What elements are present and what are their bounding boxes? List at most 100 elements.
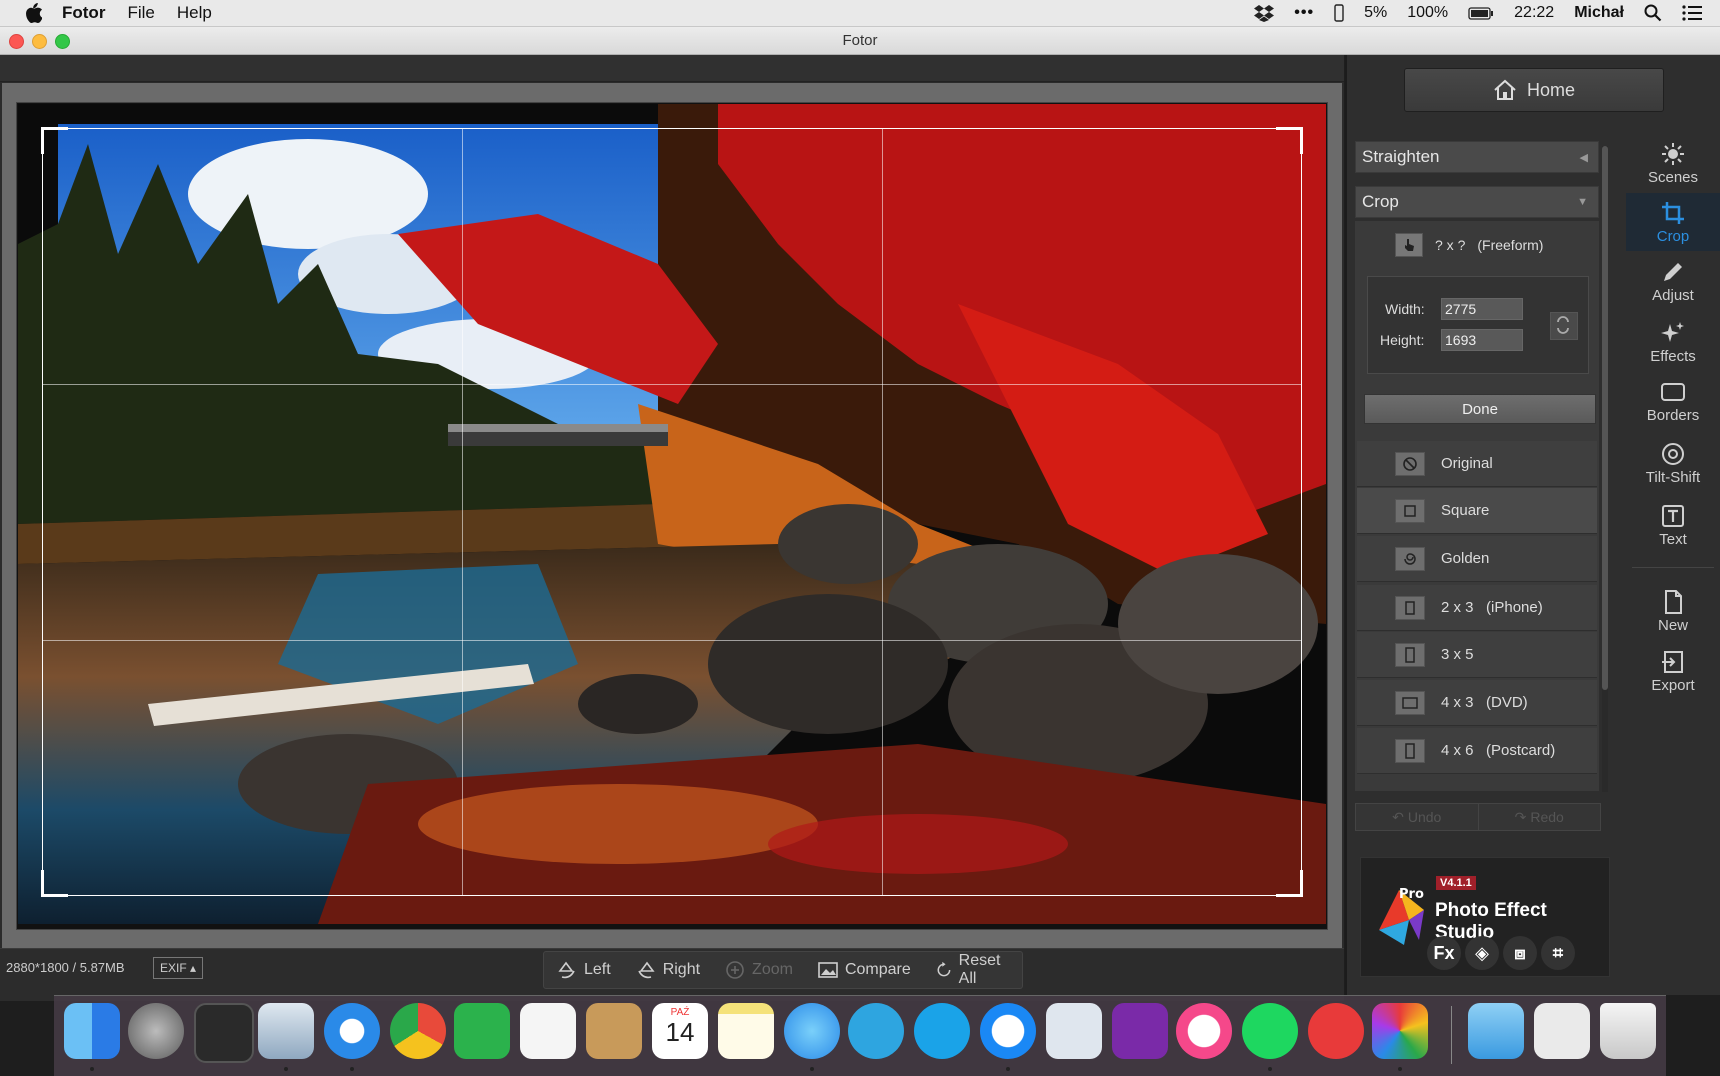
- zoom-button[interactable]: Zoom: [712, 952, 805, 988]
- ratio-2x3[interactable]: 2 x 3 (iPhone): [1357, 585, 1597, 631]
- dropbox-icon[interactable]: [1254, 4, 1275, 22]
- finder-icon[interactable]: [64, 1003, 120, 1059]
- sun-icon: [1662, 142, 1684, 165]
- messenger-icon[interactable]: [980, 1003, 1036, 1059]
- rotate-right-button[interactable]: Right: [623, 952, 712, 988]
- apple-icon[interactable]: [24, 3, 42, 23]
- photos-stack-icon[interactable]: [1534, 1003, 1590, 1059]
- window-title-bar: Fotor: [0, 27, 1720, 55]
- battery-percent: 5%: [1364, 4, 1388, 21]
- notes-icon[interactable]: [718, 1003, 774, 1059]
- crop-selection[interactable]: [41, 127, 1303, 897]
- spotlight-search-icon[interactable]: [1644, 4, 1662, 22]
- tool-scenes[interactable]: Scenes: [1626, 134, 1720, 192]
- compare-label: Compare: [844, 961, 911, 978]
- lock-ratio-icon[interactable]: [1550, 312, 1578, 340]
- menu-app-name[interactable]: Fotor: [62, 3, 105, 23]
- chrome-icon[interactable]: [390, 1003, 446, 1059]
- spotify-icon[interactable]: [1242, 1003, 1298, 1059]
- calendar-day: 14: [665, 1017, 695, 1047]
- ratio-4x3[interactable]: 4 x 3 (DVD): [1357, 680, 1597, 726]
- mail-icon[interactable]: [258, 1003, 314, 1059]
- user-name[interactable]: Michał: [1574, 4, 1624, 22]
- launchpad-icon[interactable]: [128, 1003, 184, 1059]
- tool-rail-divider: [1632, 567, 1714, 568]
- tool-label: Crop: [1656, 227, 1690, 245]
- crop-grid-line: [43, 384, 1301, 385]
- home-button[interactable]: Home: [1404, 68, 1664, 112]
- tool-adjust[interactable]: Adjust: [1626, 252, 1720, 310]
- crop-handle-bottom-right[interactable]: [1276, 870, 1303, 897]
- crop-scrollbar-thumb[interactable]: [1602, 146, 1608, 690]
- ratio-4x6[interactable]: 4 x 6 (Postcard): [1357, 728, 1597, 774]
- done-button[interactable]: Done: [1364, 394, 1596, 424]
- clock[interactable]: 22:22: [1514, 4, 1554, 22]
- redo-button[interactable]: ↷ Redo: [1477, 804, 1601, 830]
- tool-label: Text: [1659, 530, 1687, 548]
- running-indicator: [1006, 1067, 1010, 1071]
- no-ratio-icon: [1395, 451, 1425, 476]
- height-input[interactable]: 1693: [1441, 329, 1523, 351]
- notification-center-icon[interactable]: [1682, 5, 1702, 21]
- expand-down-icon: ▼: [1577, 196, 1588, 208]
- zoom-label: Zoom: [752, 961, 793, 978]
- ratio-square[interactable]: Square: [1357, 488, 1597, 534]
- tool-tilt-shift[interactable]: Tilt-Shift: [1626, 434, 1720, 492]
- panel-divider: [1345, 55, 1347, 995]
- ratio-golden[interactable]: Golden: [1357, 536, 1597, 582]
- compare-button[interactable]: Compare: [805, 952, 923, 988]
- battery-icon[interactable]: [1468, 6, 1494, 20]
- tool-crop[interactable]: Crop: [1626, 193, 1720, 251]
- downloader-icon[interactable]: [1308, 1003, 1364, 1059]
- mission-control-icon[interactable]: [194, 1003, 254, 1063]
- tool-text[interactable]: Text: [1626, 496, 1720, 554]
- tool-new[interactable]: New: [1626, 582, 1720, 640]
- freeform-size: ? x ?: [1435, 237, 1466, 253]
- messages-icon[interactable]: [784, 1003, 840, 1059]
- contacts-icon[interactable]: [586, 1003, 642, 1059]
- running-indicator: [810, 1067, 814, 1071]
- tool-label: Adjust: [1652, 286, 1694, 304]
- undo-button[interactable]: ↶ Undo: [1356, 804, 1478, 830]
- ratio-3x5[interactable]: 3 x 5: [1357, 632, 1597, 678]
- tool-export[interactable]: Export: [1626, 642, 1720, 700]
- reset-all-button[interactable]: Reset All: [923, 952, 1022, 988]
- crop-section[interactable]: Crop ▼: [1355, 186, 1599, 218]
- tool-label: Tilt-Shift: [1645, 468, 1701, 486]
- photo-effect-studio-banner[interactable]: Pro V4.1.1 Photo Effect Studio Fx ◈ ⧈ ⌗: [1360, 857, 1610, 977]
- menu-file[interactable]: File: [127, 3, 154, 23]
- crop-handle-top-left[interactable]: [41, 127, 68, 154]
- phone-battery-icon: [1334, 4, 1344, 22]
- downloads-folder-icon[interactable]: [1468, 1003, 1524, 1059]
- straighten-section[interactable]: Straighten ◀: [1355, 141, 1599, 173]
- pocket-icon[interactable]: [520, 1003, 576, 1059]
- undo-label: Undo: [1407, 809, 1442, 825]
- telegram-icon[interactable]: [848, 1003, 904, 1059]
- running-indicator: [90, 1067, 94, 1071]
- image-toolbar: Left Right Zoom Compare Reset All: [543, 951, 1023, 989]
- exif-button[interactable]: EXIF ▴: [153, 957, 203, 979]
- freeform-option[interactable]: ? x ? (Freeform): [1395, 233, 1543, 257]
- feedly-icon[interactable]: [454, 1003, 510, 1059]
- menu-help[interactable]: Help: [177, 3, 212, 23]
- undo-redo-bar: ↶ Undo ↷ Redo: [1355, 803, 1601, 831]
- safari-icon[interactable]: [324, 1003, 380, 1059]
- crop-handle-bottom-left[interactable]: [41, 870, 68, 897]
- tool-borders[interactable]: Borders: [1626, 372, 1720, 430]
- width-input[interactable]: 2775: [1441, 298, 1523, 320]
- more-icon[interactable]: •••: [1294, 4, 1314, 22]
- tool-label: Scenes: [1647, 168, 1699, 186]
- calendar-icon[interactable]: PAŹ 14: [652, 1003, 708, 1059]
- crop-handle-top-right[interactable]: [1276, 127, 1303, 154]
- fotor-icon[interactable]: [1372, 1003, 1428, 1059]
- preview-icon[interactable]: [1046, 1003, 1102, 1059]
- ratio-label: 4 x 3 (DVD): [1441, 694, 1528, 711]
- reset-icon: [937, 961, 951, 977]
- trash-icon[interactable]: [1600, 1003, 1656, 1059]
- itunes-icon[interactable]: [1176, 1003, 1232, 1059]
- ratio-original[interactable]: Original: [1357, 441, 1597, 487]
- rotate-left-button[interactable]: Left: [544, 952, 623, 988]
- tool-effects[interactable]: Effects: [1626, 313, 1720, 371]
- skype-icon[interactable]: [914, 1003, 970, 1059]
- onenote-icon[interactable]: [1112, 1003, 1168, 1059]
